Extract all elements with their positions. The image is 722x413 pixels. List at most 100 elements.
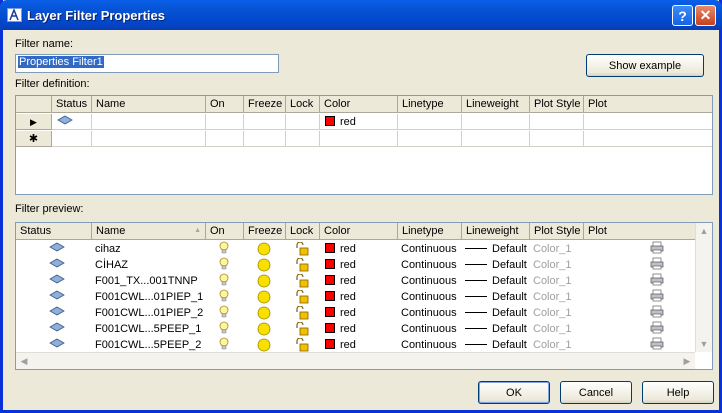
new-row-name-cell[interactable] <box>92 131 206 147</box>
table-row[interactable]: F001CWL...5PEEP_2 red Continuous Default Col… <box>16 337 712 353</box>
layer-name[interactable]: F001CWL...01PIEP_2 <box>92 305 206 321</box>
filter-name-input[interactable]: Properties Filter1 <box>15 54 279 73</box>
new-row-plot-cell[interactable] <box>584 131 712 147</box>
layer-status-icon[interactable] <box>44 257 74 273</box>
new-row-color-cell[interactable] <box>320 131 398 147</box>
layer-color[interactable]: red <box>320 321 398 337</box>
filter-definition-grid[interactable]: Status Name On Freeze Lock Color Linetyp… <box>15 95 713 195</box>
layer-lineweight[interactable]: Default <box>462 273 530 289</box>
help-icon[interactable]: ? <box>672 5 693 26</box>
lightbulb-on-icon[interactable] <box>216 273 240 289</box>
layer-name[interactable]: F001_TX...001TNNP <box>92 273 206 289</box>
table-row[interactable]: F001CWL...01PIEP_1 red Continuous Default Co… <box>16 289 712 305</box>
layer-status-icon[interactable] <box>44 273 74 289</box>
scroll-left-icon[interactable]: ◀ <box>16 353 32 369</box>
preview-col-lineweight[interactable]: Lineweight <box>462 223 530 240</box>
sun-thawed-icon[interactable] <box>254 321 278 337</box>
definition-color-cell[interactable]: red <box>320 114 398 130</box>
scroll-up-icon[interactable]: ▲ <box>696 223 712 239</box>
preview-col-lock[interactable]: Lock <box>286 223 320 240</box>
definition-new-row[interactable]: ✱ <box>16 131 712 147</box>
sun-thawed-icon[interactable] <box>254 273 278 289</box>
lightbulb-on-icon[interactable] <box>216 257 240 273</box>
layer-lineweight[interactable]: Default <box>462 305 530 321</box>
filter-preview-grid[interactable]: Status Name ▲ On Freeze Lock Color Linet… <box>15 222 713 370</box>
preview-col-plot-style[interactable]: Plot Style <box>530 223 584 240</box>
preview-col-linetype[interactable]: Linetype <box>398 223 462 240</box>
cancel-button[interactable]: Cancel <box>560 381 632 404</box>
layer-lineweight[interactable]: Default <box>462 257 530 273</box>
table-row[interactable]: CİHAZ red Continuous Default Color_1 <box>16 257 712 273</box>
table-row[interactable]: F001CWL...01PIEP_2 red Continuous Default Co… <box>16 305 712 321</box>
definition-plot-cell[interactable] <box>584 114 712 130</box>
lightbulb-on-icon[interactable] <box>216 289 240 305</box>
layer-lineweight[interactable]: Default <box>462 289 530 305</box>
layer-status-icon[interactable] <box>44 321 74 337</box>
definition-row[interactable]: ▶ red <box>16 114 712 130</box>
definition-col-plot[interactable]: Plot <box>584 96 712 113</box>
definition-col-plot-style[interactable]: Plot Style <box>530 96 584 113</box>
layer-name[interactable]: CİHAZ <box>92 257 206 273</box>
definition-lineweight-cell[interactable] <box>462 114 530 130</box>
padlock-unlocked-icon[interactable] <box>292 257 316 273</box>
layer-linetype[interactable]: Continuous <box>398 241 462 257</box>
layer-linetype[interactable]: Continuous <box>398 289 462 305</box>
table-row[interactable]: F001CWL...5PEEP_1 red Continuous Default Col… <box>16 321 712 337</box>
definition-col-lock[interactable]: Lock <box>286 96 320 113</box>
new-row-on-cell[interactable] <box>206 131 244 147</box>
padlock-unlocked-icon[interactable] <box>292 321 316 337</box>
layer-linetype[interactable]: Continuous <box>398 321 462 337</box>
definition-col-name[interactable]: Name <box>92 96 206 113</box>
definition-on-cell[interactable] <box>206 114 244 130</box>
new-row-freeze-cell[interactable] <box>244 131 286 147</box>
horizontal-scrollbar[interactable]: ◀ ▶ <box>16 352 695 369</box>
printer-icon[interactable] <box>647 273 671 289</box>
printer-icon[interactable] <box>647 337 671 353</box>
preview-col-color[interactable]: Color <box>320 223 398 240</box>
layer-color[interactable]: red <box>320 305 398 321</box>
sun-thawed-icon[interactable] <box>254 305 278 321</box>
printer-icon[interactable] <box>647 241 671 257</box>
layer-status-icon[interactable] <box>44 305 74 321</box>
layer-status-icon[interactable] <box>44 241 74 257</box>
printer-icon[interactable] <box>647 257 671 273</box>
layer-name[interactable]: F001CWL...5PEEP_1 <box>92 321 206 337</box>
sun-thawed-icon[interactable] <box>254 257 278 273</box>
padlock-unlocked-icon[interactable] <box>292 241 316 257</box>
definition-linetype-cell[interactable] <box>398 114 462 130</box>
definition-col-lineweight[interactable]: Lineweight <box>462 96 530 113</box>
definition-col-color[interactable]: Color <box>320 96 398 113</box>
lightbulb-on-icon[interactable] <box>216 337 240 353</box>
printer-icon[interactable] <box>647 305 671 321</box>
definition-lock-cell[interactable] <box>286 114 320 130</box>
padlock-unlocked-icon[interactable] <box>292 273 316 289</box>
sun-thawed-icon[interactable] <box>254 241 278 257</box>
layer-color[interactable]: red <box>320 241 398 257</box>
lightbulb-on-icon[interactable] <box>216 305 240 321</box>
preview-col-freeze[interactable]: Freeze <box>244 223 286 240</box>
sun-thawed-icon[interactable] <box>254 289 278 305</box>
scroll-down-icon[interactable]: ▼ <box>696 336 712 352</box>
definition-name-cell[interactable] <box>92 114 206 130</box>
layer-status-icon[interactable] <box>44 289 74 305</box>
definition-col-linetype[interactable]: Linetype <box>398 96 462 113</box>
layer-linetype[interactable]: Continuous <box>398 273 462 289</box>
vertical-scrollbar[interactable]: ▲ ▼ <box>695 223 712 352</box>
definition-col-freeze[interactable]: Freeze <box>244 96 286 113</box>
definition-col-on[interactable]: On <box>206 96 244 113</box>
layer-linetype[interactable]: Continuous <box>398 305 462 321</box>
scroll-right-icon[interactable]: ▶ <box>679 353 695 369</box>
layer-color[interactable]: red <box>320 273 398 289</box>
layer-color[interactable]: red <box>320 337 398 353</box>
show-example-button[interactable]: Show example <box>586 54 704 77</box>
lightbulb-on-icon[interactable] <box>216 241 240 257</box>
definition-plot-style-cell[interactable] <box>530 114 584 130</box>
close-icon[interactable]: ✕ <box>695 5 716 26</box>
layer-lineweight[interactable]: Default <box>462 321 530 337</box>
definition-freeze-cell[interactable] <box>244 114 286 130</box>
padlock-unlocked-icon[interactable] <box>292 337 316 353</box>
definition-col-status[interactable]: Status <box>52 96 92 113</box>
help-button[interactable]: Help <box>642 381 714 404</box>
new-row-lock-cell[interactable] <box>286 131 320 147</box>
new-row-lineweight-cell[interactable] <box>462 131 530 147</box>
